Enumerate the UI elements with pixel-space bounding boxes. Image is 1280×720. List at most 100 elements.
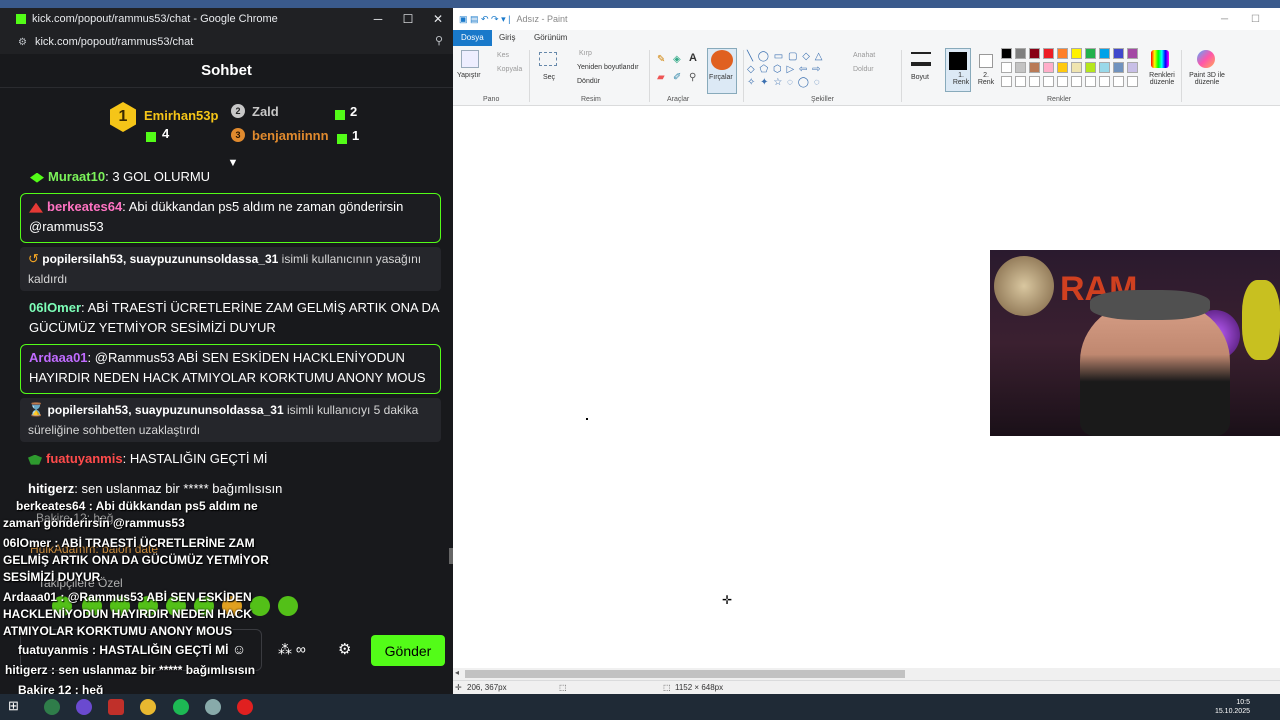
zoom-icon[interactable]: ⚲ [435,34,443,47]
outline-button[interactable]: Anahat [853,52,875,59]
emote-icon[interactable] [250,596,270,616]
palette-swatch[interactable] [1001,48,1012,59]
tab-home[interactable]: Giriş [491,30,523,46]
palette-swatch[interactable] [1113,48,1124,59]
tab-file[interactable]: Dosya [453,30,492,46]
palette-swatch[interactable] [1057,76,1068,87]
chat-username[interactable]: hitigerz [28,481,74,496]
chat-username[interactable]: fuatuyanmis [46,451,123,466]
palette-swatch[interactable] [1127,62,1138,73]
close-button[interactable]: ✕ [423,8,453,30]
chat-username[interactable]: Ardaaa01 [29,350,88,365]
resize-button[interactable]: Yeniden boyutlandır [577,64,639,71]
palette-swatch[interactable] [1057,62,1068,73]
palette-swatch[interactable] [1001,76,1012,87]
palette-swatch[interactable] [1029,62,1040,73]
palette-swatch[interactable] [1099,48,1110,59]
brushes-button[interactable]: Fırçalar [709,74,733,81]
palette-swatch[interactable] [1001,62,1012,73]
paste-icon[interactable] [461,50,479,68]
cut-button[interactable]: Kes [497,52,509,59]
select-button[interactable]: Seç [543,74,555,81]
paint-minimize-button[interactable]: ─ [1221,14,1228,25]
windows-start-icon[interactable]: ⊞ [8,698,24,714]
text-tool-icon[interactable]: A [689,52,697,64]
paste-button[interactable]: Yapıştır [457,72,481,79]
leaderboard-third-name[interactable]: benjamiinnn [252,128,329,143]
palette-swatch[interactable] [1043,48,1054,59]
spotify-taskbar-icon[interactable] [173,699,189,715]
palette-swatch[interactable] [1071,76,1082,87]
palette-swatch[interactable] [1127,76,1138,87]
send-button[interactable]: Gönder [371,635,445,666]
palette-swatch[interactable] [1099,62,1110,73]
size-icon[interactable] [911,52,931,66]
palette-swatch[interactable] [1043,62,1054,73]
leaderboard-first-name[interactable]: Emirhan53p [144,108,218,123]
edit-colors-button[interactable]: Renkleri düzenle [1145,72,1179,86]
taskbar-app-icon[interactable] [44,699,60,715]
color-picker-icon[interactable]: ✐ [673,72,681,83]
size-button[interactable]: Boyut [911,74,929,81]
maximize-button[interactable]: ☐ [393,8,423,30]
palette-swatch[interactable] [1085,76,1096,87]
leaderboard-second-name[interactable]: Zald [252,104,279,119]
palette-swatch[interactable] [1099,76,1110,87]
palette-swatch[interactable] [1029,76,1040,87]
palette-swatch[interactable] [1029,48,1040,59]
palette-swatch[interactable] [1071,48,1082,59]
palette-swatch[interactable] [1015,76,1026,87]
scrollbar-thumb[interactable] [465,670,905,678]
emoji-picker-icon[interactable]: ☺ [230,641,248,659]
webcam-lamp [994,256,1054,316]
palette-swatch[interactable] [1015,48,1026,59]
magnifier-icon[interactable]: ⚲ [689,72,696,83]
color1-button[interactable]: 1. Renk [951,72,971,86]
taskbar-app-icon[interactable] [205,699,221,715]
select-icon[interactable] [539,52,557,66]
palette-swatch[interactable] [1015,62,1026,73]
kicks-infinity-icon[interactable]: ⁂ ∞ [278,641,320,659]
site-info-icon[interactable]: ⚙ [18,37,27,48]
chat-username[interactable]: 06lOmer [29,300,81,315]
color2-swatch[interactable] [979,54,993,68]
paint3d-button[interactable]: Paint 3D ile düzenle [1185,72,1229,86]
paint-horizontal-scrollbar[interactable]: ◂ [453,668,1280,680]
palette-swatch[interactable] [1113,62,1124,73]
minimize-button[interactable]: ─ [363,8,393,30]
palette-swatch[interactable] [1057,48,1068,59]
taskbar-app-icon[interactable] [76,699,92,715]
chat-message: Muraat10: 3 GOL OLURMU [20,167,441,187]
gift-icon [146,129,156,147]
address-bar[interactable]: ⚙ kick.com/popout/rammus53/chat ⚲ [0,30,453,54]
shapes-group-label: Şekiller [811,96,834,103]
chat-username[interactable]: berkeates64 [47,199,122,214]
youtube-taskbar-icon[interactable] [237,699,253,715]
rotate-button[interactable]: Döndür [577,78,600,85]
eraser-icon[interactable]: ▰ [657,72,665,83]
palette-swatch[interactable] [1127,48,1138,59]
pencil-icon[interactable]: ✎ [657,54,665,65]
tab-view[interactable]: Görünüm [526,30,575,46]
color2-button[interactable]: 2. Renk [975,72,997,86]
fill-icon[interactable]: ◈ [673,54,681,65]
palette-swatch[interactable] [1113,76,1124,87]
taskbar-app-icon[interactable] [108,699,124,715]
system-clock[interactable]: 10:5 15.10.2025 [1215,698,1250,716]
fill-button[interactable]: Doldur [853,66,874,73]
palette-swatch[interactable] [1071,62,1082,73]
palette-swatch[interactable] [1085,62,1096,73]
crop-button[interactable]: Kırp [579,50,592,57]
shapes-gallery-icon[interactable]: ╲ ◯ ▭ ▢ ◇ △ ◇ ⬠ ⬡ ▷ ⇦ ⇨ ✧ ✦ ☆ ◌ ◯ ◌ [747,50,847,90]
paint-titlebar: ▣ ▤ ↶ ↷ ▾ | Adsız - Paint ─ ☐ [453,8,1280,30]
copy-button[interactable]: Kopyala [497,66,522,73]
chrome-taskbar-icon[interactable] [140,699,156,715]
chat-username[interactable]: Muraat10 [48,169,105,184]
moderator-names: popilersilah53, suaypuzununsoldassa_31 [47,403,284,417]
paint-maximize-button[interactable]: ☐ [1251,14,1260,25]
scroll-left-icon[interactable]: ◂ [455,668,459,677]
chat-settings-gear-icon[interactable]: ⚙ [338,640,356,658]
emote-icon[interactable] [278,596,298,616]
palette-swatch[interactable] [1043,76,1054,87]
palette-swatch[interactable] [1085,48,1096,59]
